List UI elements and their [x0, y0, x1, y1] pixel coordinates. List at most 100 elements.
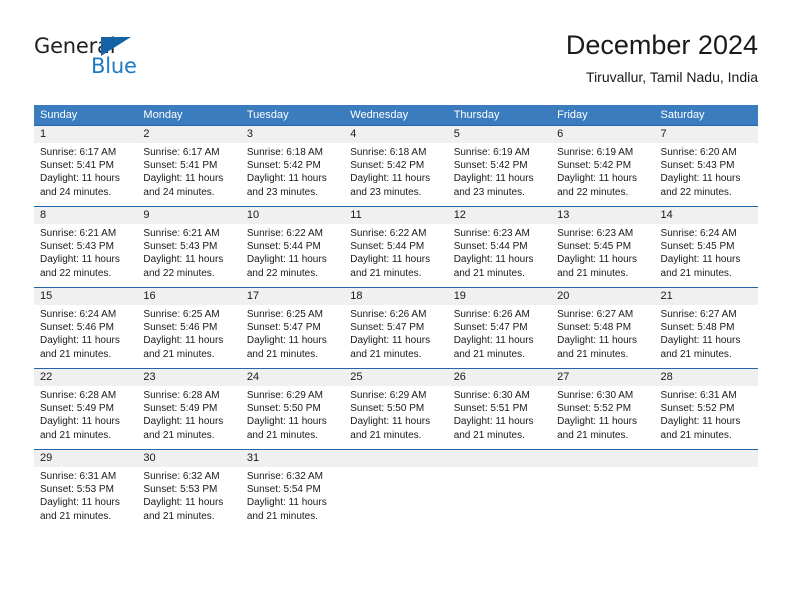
day-number[interactable]: 13	[551, 207, 654, 224]
day-cell[interactable]: Sunrise: 6:24 AM Sunset: 5:46 PM Dayligh…	[34, 305, 137, 368]
day-cell[interactable]: Sunrise: 6:30 AM Sunset: 5:51 PM Dayligh…	[448, 386, 551, 449]
day-cell[interactable]: Sunrise: 6:17 AM Sunset: 5:41 PM Dayligh…	[137, 143, 240, 206]
day-number[interactable]: 17	[241, 288, 344, 305]
day-cell[interactable]: Sunrise: 6:19 AM Sunset: 5:42 PM Dayligh…	[448, 143, 551, 206]
day-number[interactable]: 18	[344, 288, 447, 305]
sunrise-text: Sunrise: 6:18 AM	[350, 147, 427, 158]
daylight-text: Daylight: 11 hours	[246, 416, 327, 428]
day-number[interactable]: 12	[448, 207, 551, 224]
day-cell[interactable]: Sunrise: 6:29 AM Sunset: 5:50 PM Dayligh…	[344, 386, 447, 449]
general-blue-logo[interactable]: General Blue	[34, 34, 174, 86]
daylight-text: Daylight: 11 hours	[40, 497, 120, 509]
day-cell[interactable]: Sunrise: 6:28 AM Sunset: 5:49 PM Dayligh…	[137, 386, 240, 449]
day-cell[interactable]: Sunrise: 6:23 AM Sunset: 5:45 PM Dayligh…	[551, 224, 654, 287]
day-cell[interactable]: Sunrise: 6:26 AM Sunset: 5:47 PM Dayligh…	[448, 305, 551, 368]
day-cell-empty	[344, 467, 447, 530]
sunrise-text: Sunrise: 6:25 AM	[143, 309, 220, 320]
day-number[interactable]: 6	[551, 126, 654, 143]
daylight-text-cont: and 24 minutes.	[143, 186, 215, 198]
day-number[interactable]: 1	[34, 126, 137, 143]
page-subtitle-location: Tiruvallur, Tamil Nadu, India	[586, 69, 758, 85]
sunrise-text: Sunrise: 6:24 AM	[40, 309, 117, 320]
day-cell[interactable]: Sunrise: 6:22 AM Sunset: 5:44 PM Dayligh…	[241, 224, 344, 287]
week-numbers-row: 29 30 31	[34, 450, 758, 467]
sunset-text: Sunset: 5:44 PM	[453, 241, 528, 253]
day-number[interactable]: 30	[137, 450, 240, 467]
day-number[interactable]: 25	[344, 369, 447, 386]
week-row: 8 9 10 11 12 13 14 Sunrise: 6:21 AM Suns…	[34, 206, 758, 287]
day-cell[interactable]: Sunrise: 6:25 AM Sunset: 5:46 PM Dayligh…	[137, 305, 240, 368]
day-number[interactable]: 24	[241, 369, 344, 386]
day-cell[interactable]: Sunrise: 6:32 AM Sunset: 5:53 PM Dayligh…	[137, 467, 240, 530]
day-number[interactable]: 31	[241, 450, 344, 467]
day-cell[interactable]: Sunrise: 6:28 AM Sunset: 5:49 PM Dayligh…	[34, 386, 137, 449]
day-cell[interactable]: Sunrise: 6:26 AM Sunset: 5:47 PM Dayligh…	[344, 305, 447, 368]
day-number[interactable]: 8	[34, 207, 137, 224]
day-number[interactable]: 3	[241, 126, 344, 143]
day-cell[interactable]: Sunrise: 6:29 AM Sunset: 5:50 PM Dayligh…	[241, 386, 344, 449]
daylight-text: Daylight: 11 hours	[660, 416, 741, 428]
sunset-text: Sunset: 5:47 PM	[246, 322, 321, 334]
day-number[interactable]: 22	[34, 369, 137, 386]
week-row: 29 30 31 Sunrise: 6:31 AM Sunset: 5:53 P…	[34, 449, 758, 530]
daylight-text-cont: and 23 minutes.	[453, 186, 525, 198]
day-cell[interactable]: Sunrise: 6:18 AM Sunset: 5:42 PM Dayligh…	[241, 143, 344, 206]
day-number[interactable]: 16	[137, 288, 240, 305]
day-number[interactable]: 26	[448, 369, 551, 386]
day-number[interactable]: 28	[655, 369, 758, 386]
day-number[interactable]: 21	[655, 288, 758, 305]
day-cell[interactable]: Sunrise: 6:30 AM Sunset: 5:52 PM Dayligh…	[551, 386, 654, 449]
sunset-text: Sunset: 5:46 PM	[40, 322, 114, 334]
day-cell[interactable]: Sunrise: 6:27 AM Sunset: 5:48 PM Dayligh…	[551, 305, 654, 368]
day-number[interactable]: 4	[344, 126, 447, 143]
day-number[interactable]: 19	[448, 288, 551, 305]
day-cell[interactable]: Sunrise: 6:19 AM Sunset: 5:42 PM Dayligh…	[551, 143, 654, 206]
day-number[interactable]: 29	[34, 450, 137, 467]
daylight-text: Daylight: 11 hours	[453, 416, 534, 428]
day-cell[interactable]: Sunrise: 6:22 AM Sunset: 5:44 PM Dayligh…	[344, 224, 447, 287]
day-cell[interactable]: Sunrise: 6:21 AM Sunset: 5:43 PM Dayligh…	[34, 224, 137, 287]
day-number[interactable]: 27	[551, 369, 654, 386]
week-row: 15 16 17 18 19 20 21 Sunrise: 6:24 AM Su…	[34, 287, 758, 368]
day-cell[interactable]: Sunrise: 6:31 AM Sunset: 5:53 PM Dayligh…	[34, 467, 137, 530]
day-cell[interactable]: Sunrise: 6:23 AM Sunset: 5:44 PM Dayligh…	[448, 224, 551, 287]
day-cell[interactable]: Sunrise: 6:27 AM Sunset: 5:48 PM Dayligh…	[655, 305, 758, 368]
day-cell[interactable]: Sunrise: 6:18 AM Sunset: 5:42 PM Dayligh…	[344, 143, 447, 206]
day-cell[interactable]: Sunrise: 6:24 AM Sunset: 5:45 PM Dayligh…	[655, 224, 758, 287]
weekday-header-wednesday: Wednesday	[350, 109, 409, 121]
daylight-text: Daylight: 11 hours	[143, 335, 224, 347]
sunset-text: Sunset: 5:50 PM	[246, 403, 321, 415]
sunset-text: Sunset: 5:41 PM	[143, 160, 218, 172]
day-number[interactable]: 7	[655, 126, 758, 143]
day-cell-empty	[448, 467, 551, 530]
day-number[interactable]: 5	[448, 126, 551, 143]
day-number[interactable]: 15	[34, 288, 137, 305]
day-cell[interactable]: Sunrise: 6:32 AM Sunset: 5:54 PM Dayligh…	[241, 467, 344, 530]
sunset-text: Sunset: 5:42 PM	[246, 160, 321, 172]
daylight-text: Daylight: 11 hours	[246, 335, 327, 347]
day-number[interactable]: 11	[344, 207, 447, 224]
daylight-text-cont: and 21 minutes.	[40, 510, 112, 522]
day-cell[interactable]: Sunrise: 6:21 AM Sunset: 5:43 PM Dayligh…	[137, 224, 240, 287]
sunrise-text: Sunrise: 6:23 AM	[453, 228, 530, 239]
day-cell[interactable]: Sunrise: 6:31 AM Sunset: 5:52 PM Dayligh…	[655, 386, 758, 449]
day-cell[interactable]: Sunrise: 6:17 AM Sunset: 5:41 PM Dayligh…	[34, 143, 137, 206]
calendar-grid: Sunday Monday Tuesday Wednesday Thursday…	[34, 105, 758, 530]
day-number[interactable]: 2	[137, 126, 240, 143]
daylight-text: Daylight: 11 hours	[660, 335, 741, 347]
sunset-text: Sunset: 5:49 PM	[143, 403, 218, 415]
day-number[interactable]: 9	[137, 207, 240, 224]
day-number[interactable]: 20	[551, 288, 654, 305]
daylight-text: Daylight: 11 hours	[40, 173, 120, 185]
day-cell[interactable]: Sunrise: 6:25 AM Sunset: 5:47 PM Dayligh…	[241, 305, 344, 368]
day-cell[interactable]: Sunrise: 6:20 AM Sunset: 5:43 PM Dayligh…	[655, 143, 758, 206]
day-number-empty	[655, 450, 758, 467]
day-number[interactable]: 14	[655, 207, 758, 224]
day-number[interactable]: 23	[137, 369, 240, 386]
weekday-header-thursday: Thursday	[453, 109, 500, 121]
sunset-text: Sunset: 5:48 PM	[660, 322, 735, 334]
week-details-row: Sunrise: 6:28 AM Sunset: 5:49 PM Dayligh…	[34, 386, 758, 449]
day-number[interactable]: 10	[241, 207, 344, 224]
week-numbers-row: 22 23 24 25 26 27 28	[34, 369, 758, 386]
sunset-text: Sunset: 5:48 PM	[557, 322, 632, 334]
